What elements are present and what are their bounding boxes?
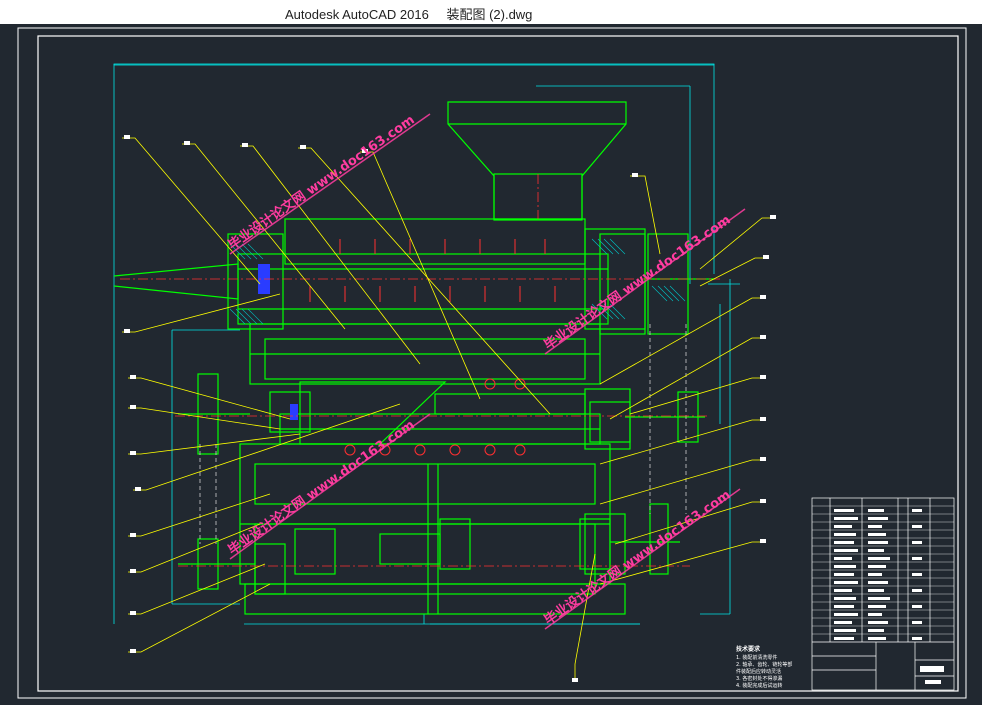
parts-list-rows (812, 505, 954, 635)
watermark-label-2: 毕业设计论文网 www.doc163.com (541, 212, 734, 354)
title-bar: Autodesk AutoCAD 2016 装配图 (2).dwg (0, 0, 982, 24)
drawing-canvas[interactable]: 毕业设计论文网 www.doc163.com 毕业设计论文网 www.doc16… (0, 24, 982, 705)
file-name: 装配图 (2).dwg (446, 7, 533, 22)
machine-outline (113, 101, 715, 615)
watermark-label-4: 毕业设计论文网 www.doc163.com (541, 487, 734, 629)
inner-frame (37, 35, 959, 692)
watermark-labels: 毕业设计论文网 www.doc163.com 毕业设计论文网 www.doc16… (225, 112, 734, 629)
rotor-pins (309, 239, 556, 302)
outer-frame (17, 27, 967, 699)
tech-requirement-line: 3. 各密封处不得渗漏 (736, 676, 783, 682)
assembly-drawing: 毕业设计论文网 www.doc163.com 毕业设计论文网 www.doc16… (17, 27, 967, 699)
tech-requirement-line: 件装配后应转动灵活 (736, 669, 782, 675)
watermark-label-3: 毕业设计论文网 www.doc163.com (225, 417, 418, 559)
window-title: Autodesk AutoCAD 2016 装配图 (2).dwg (285, 4, 546, 23)
tech-requirement-line: 4. 装配完成后试运转 (736, 683, 783, 689)
centerlines (120, 174, 720, 567)
parts-list-text (834, 509, 944, 684)
belts (199, 324, 687, 544)
app-name: Autodesk AutoCAD 2016 (285, 7, 429, 22)
blue-components (258, 264, 298, 420)
tech-requirement-line: 2. 轴承、齿轮、链轮等部 (736, 662, 793, 668)
tech-requirements-title: 技术要求 (736, 646, 761, 653)
tech-requirement-line: 1. 装配前清洗零件 (736, 655, 778, 661)
watermark-label-1: 毕业设计论文网 www.doc163.com (225, 112, 418, 254)
technical-requirements: 技术要求 1. 装配前清洗零件 2. 轴承、齿轮、链轮等部 件装配后应转动灵活 … (736, 646, 812, 690)
dimension-lines (113, 63, 740, 625)
